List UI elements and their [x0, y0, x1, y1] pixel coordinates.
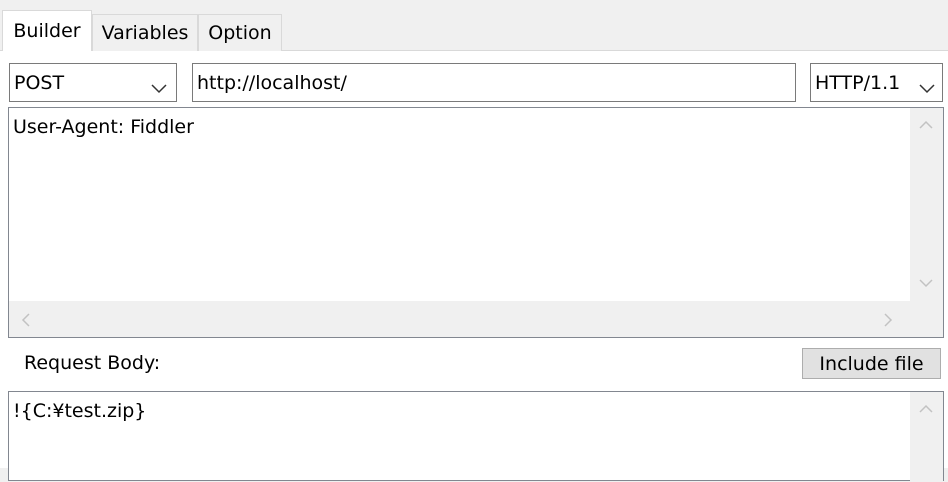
chevron-down-icon: [918, 77, 936, 93]
tab-variables-label: Variables: [101, 22, 189, 44]
request-body-label: Request Body:: [24, 352, 161, 374]
request-body-text: !{C:¥test.zip}: [13, 400, 147, 422]
http-version-select[interactable]: HTTP/1.1: [810, 63, 943, 102]
scroll-right-arrow-icon[interactable]: [883, 312, 893, 328]
url-field[interactable]: http://localhost/: [192, 63, 796, 102]
tab-option-label: Option: [208, 22, 272, 44]
scroll-up-arrow-icon[interactable]: [918, 404, 934, 414]
include-file-button-label: Include file: [819, 352, 924, 375]
request-headers-textarea[interactable]: User-Agent: Fiddler: [8, 107, 944, 338]
tab-builder[interactable]: Builder: [2, 10, 92, 51]
headers-horizontal-scrollbar[interactable]: [9, 301, 910, 337]
include-file-button[interactable]: Include file: [802, 348, 941, 379]
method-select-value: POST: [14, 71, 65, 94]
url-field-value: http://localhost/: [197, 71, 347, 94]
request-headers-text: User-Agent: Fiddler: [13, 116, 194, 138]
tab-option[interactable]: Option: [198, 14, 282, 51]
scroll-down-arrow-icon[interactable]: [918, 278, 934, 288]
tab-builder-label: Builder: [13, 20, 81, 42]
scrollbar-corner: [910, 301, 943, 337]
headers-vertical-scrollbar[interactable]: [910, 108, 943, 301]
http-version-value: HTTP/1.1: [815, 71, 901, 94]
scroll-up-arrow-icon[interactable]: [918, 120, 934, 130]
chevron-down-icon: [150, 77, 168, 93]
body-vertical-scrollbar[interactable]: [910, 392, 943, 482]
method-select[interactable]: POST: [9, 63, 177, 102]
tab-variables[interactable]: Variables: [92, 14, 198, 51]
scroll-left-arrow-icon[interactable]: [21, 312, 31, 328]
